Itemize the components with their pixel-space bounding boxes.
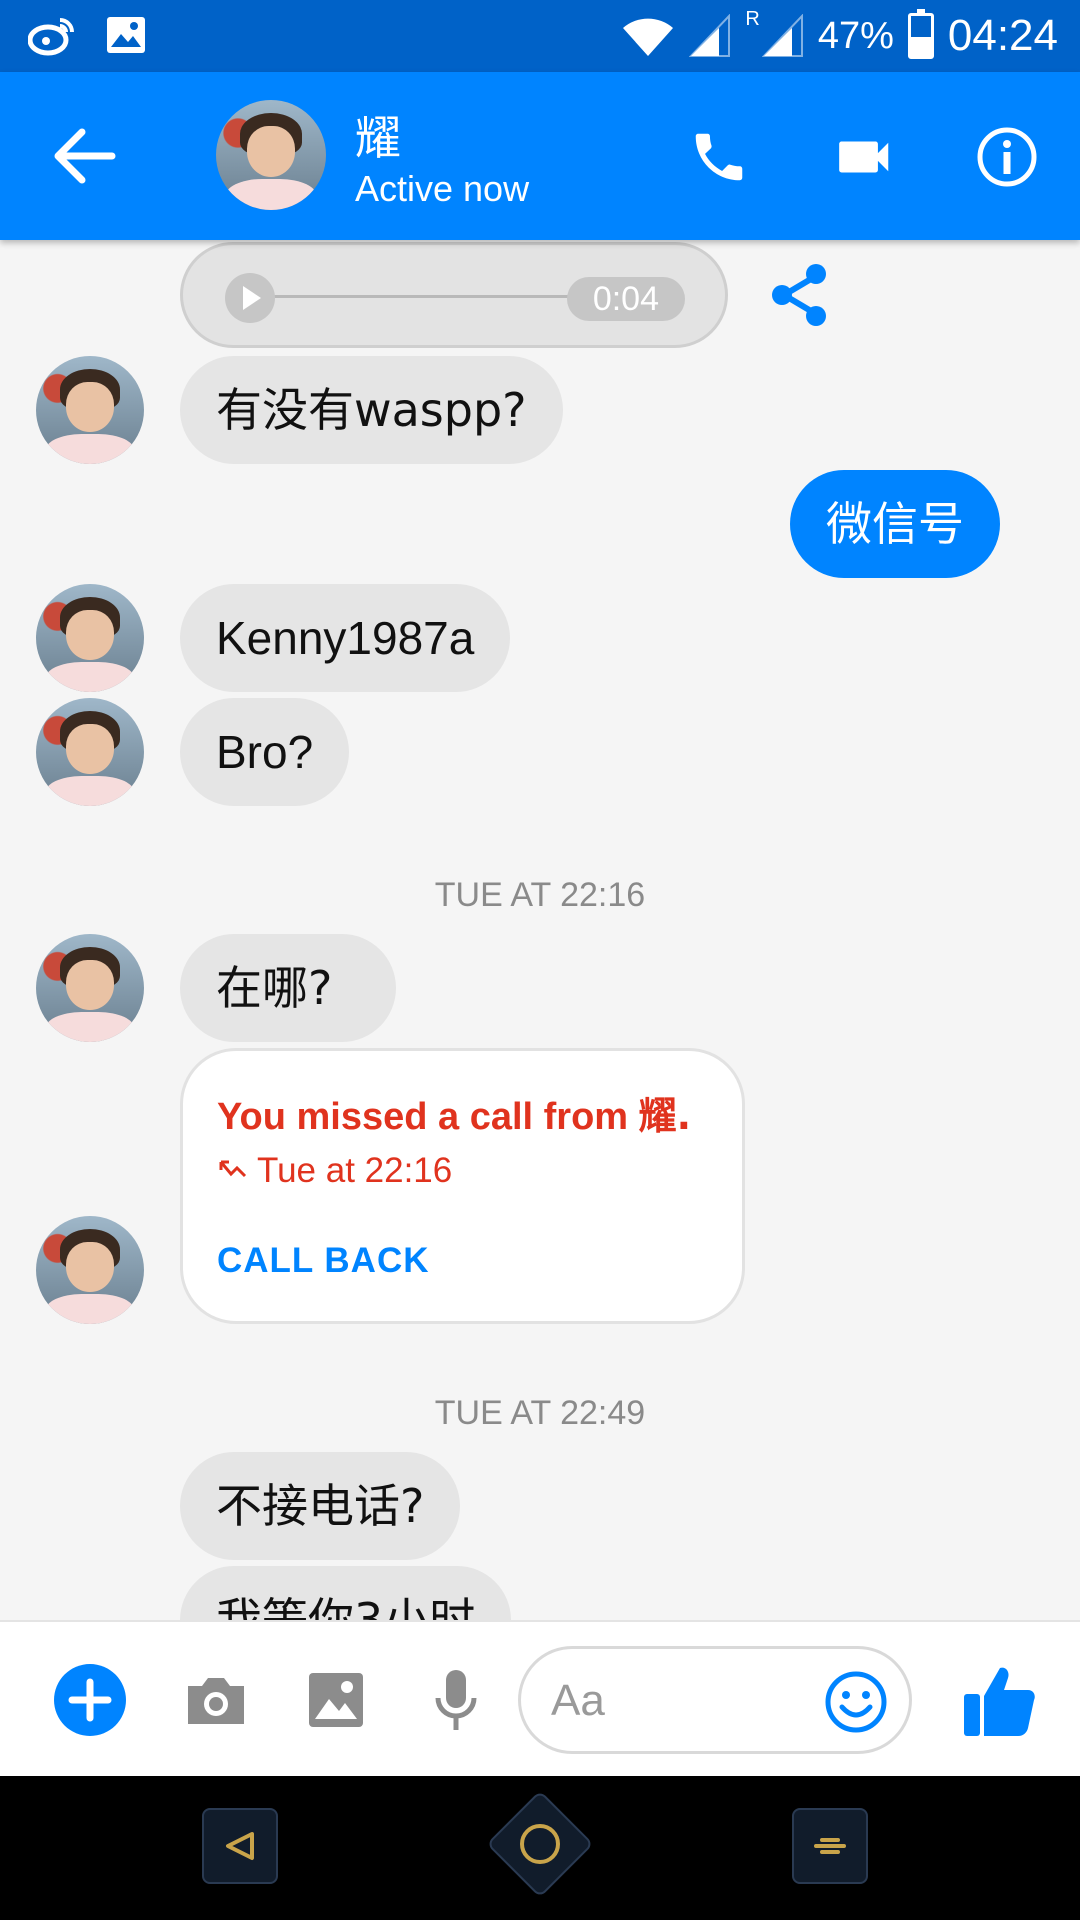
microphone-icon (435, 1670, 477, 1730)
nav-menu-icon (814, 1838, 846, 1854)
timestamp-divider: TUE AT 22:16 (434, 876, 646, 914)
missed-call-time: Tue at 22:16 (217, 1151, 452, 1191)
avatar[interactable] (36, 584, 144, 692)
share-button[interactable] (768, 262, 834, 328)
contact-name[interactable]: 耀 (355, 102, 401, 168)
outgoing-message-bubble[interactable]: 微信号 (790, 470, 1000, 578)
message-composer (0, 1620, 1080, 1776)
status-bar: R 47% 04:24 (0, 0, 1080, 72)
thumbs-up-icon[interactable] (958, 1660, 1038, 1740)
camera-button[interactable] (178, 1662, 254, 1738)
message-input[interactable] (551, 1669, 811, 1733)
gallery-icon (107, 17, 145, 53)
more-actions-button[interactable] (54, 1664, 126, 1736)
call-back-button[interactable]: CALL BACK (217, 1241, 430, 1281)
roaming-indicator: R (745, 8, 760, 30)
missed-call-title: You missed a call from 耀. (217, 1094, 692, 1138)
conversation-info-button[interactable] (972, 122, 1042, 192)
phone-icon (695, 133, 743, 181)
info-icon (977, 127, 1037, 187)
missed-call-name: 耀. (638, 1094, 692, 1138)
image-icon (309, 1673, 363, 1727)
avatar[interactable] (36, 698, 144, 806)
message-list[interactable]: 0:04 有没有waspp? 微信号 Kenny1987a Bro? TUE A… (0, 240, 1080, 1620)
contact-avatar[interactable] (216, 100, 326, 210)
play-icon[interactable] (225, 273, 275, 323)
share-icon (772, 264, 826, 326)
conversation-header: 耀 Active now (0, 72, 1080, 240)
weibo-icon (28, 18, 74, 56)
emoji-icon[interactable] (823, 1669, 889, 1735)
gallery-button[interactable] (298, 1662, 374, 1738)
missed-call-card[interactable]: You missed a call from 耀. Tue at 22:16 C… (180, 1048, 745, 1324)
back-arrow-icon (54, 128, 116, 184)
message-input-box[interactable] (518, 1646, 912, 1754)
active-status: Active now (355, 168, 530, 209)
video-camera-icon (839, 141, 889, 173)
avatar[interactable] (36, 1216, 144, 1324)
audio-duration: 0:04 (566, 277, 685, 321)
signal-icon (689, 14, 731, 57)
signal-icon (761, 14, 803, 57)
timestamp-divider: TUE AT 22:49 (434, 1394, 646, 1432)
video-call-button[interactable] (830, 122, 900, 192)
nav-home-icon (520, 1824, 560, 1864)
message-bubble[interactable]: 我等你3小时 (180, 1566, 512, 1620)
nav-menu-button[interactable] (792, 1808, 868, 1884)
voice-message[interactable]: 0:04 (180, 242, 728, 348)
message-bubble[interactable]: 不接电话? (180, 1452, 461, 1560)
message-bubble[interactable]: 在哪? (180, 934, 396, 1042)
nav-back-button[interactable] (202, 1808, 278, 1884)
camera-icon (188, 1678, 244, 1724)
clock: 04:24 (947, 11, 1058, 60)
back-button[interactable] (50, 124, 120, 188)
message-bubble[interactable]: Kenny1987a (180, 584, 511, 692)
battery-percent: 47% (817, 14, 894, 57)
message-bubble[interactable]: 有没有waspp? (180, 356, 563, 464)
wifi-icon (623, 18, 674, 56)
system-navigation-bar (0, 1776, 1080, 1920)
battery-icon (907, 9, 934, 59)
audio-progress-track[interactable] (255, 295, 605, 298)
nav-back-icon (226, 1832, 254, 1860)
message-bubble[interactable]: Bro? (180, 698, 350, 806)
avatar[interactable] (36, 356, 144, 464)
voice-call-button[interactable] (684, 122, 754, 192)
missed-call-arrow-icon (219, 1160, 247, 1178)
plus-icon (68, 1678, 112, 1722)
avatar[interactable] (36, 934, 144, 1042)
voice-record-button[interactable] (418, 1662, 494, 1738)
